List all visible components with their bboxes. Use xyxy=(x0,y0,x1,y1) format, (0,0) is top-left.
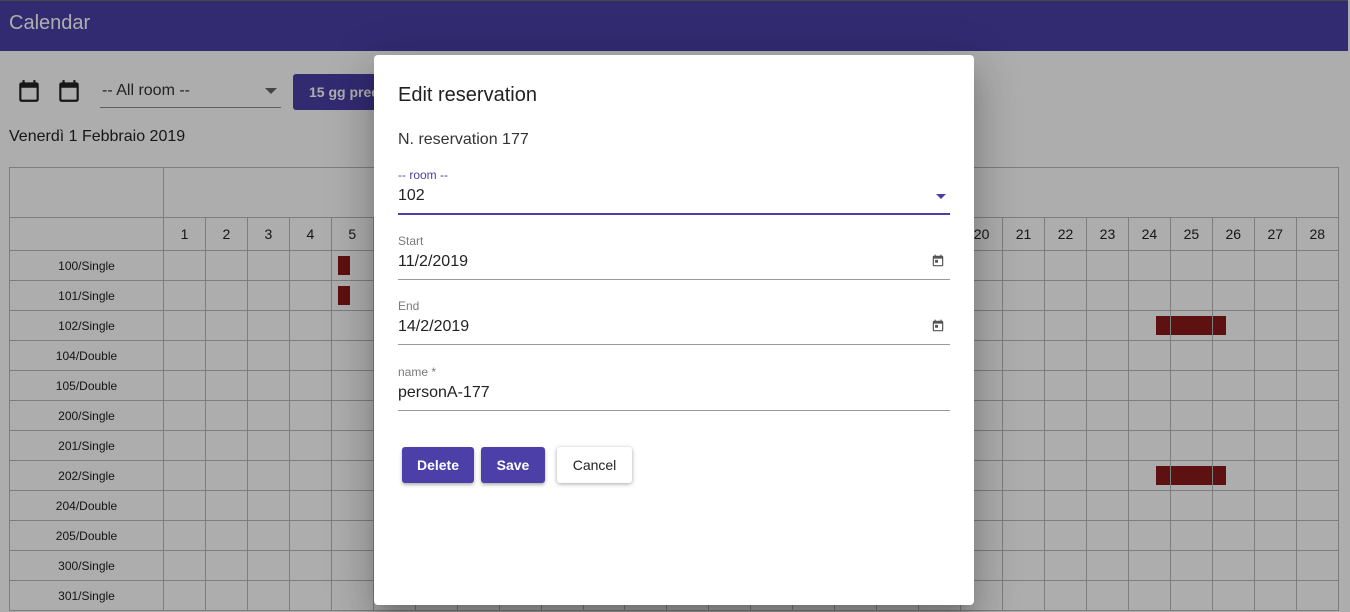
name-label: name * xyxy=(398,365,437,379)
field-underline xyxy=(398,410,950,411)
name-value: personA-177 xyxy=(398,384,490,401)
field-underline xyxy=(398,344,950,345)
save-button[interactable]: Save xyxy=(481,447,545,483)
field-underline xyxy=(398,279,950,280)
end-date-field[interactable]: End 14/2/2019 xyxy=(398,299,950,345)
room-label: -- room -- xyxy=(398,168,448,182)
room-value: 102 xyxy=(398,187,425,204)
end-label: End xyxy=(398,299,420,313)
reservation-number: N. reservation 177 xyxy=(398,131,529,148)
delete-button[interactable]: Delete xyxy=(402,447,474,483)
cancel-button[interactable]: Cancel xyxy=(557,447,632,483)
start-date-field[interactable]: Start 11/2/2019 xyxy=(398,234,950,280)
room-select[interactable]: -- room -- 102 xyxy=(398,168,950,215)
field-underline xyxy=(398,213,950,215)
edit-reservation-dialog: Edit reservation N. reservation 177 -- r… xyxy=(374,55,974,605)
start-value: 11/2/2019 xyxy=(398,253,468,270)
end-value: 14/2/2019 xyxy=(398,318,470,335)
calendar-picker-icon[interactable] xyxy=(931,318,945,334)
name-field[interactable]: name * personA-177 xyxy=(398,365,950,411)
calendar-picker-icon[interactable] xyxy=(931,253,945,269)
chevron-down-icon xyxy=(936,194,946,199)
dialog-title: Edit reservation xyxy=(398,84,537,106)
start-label: Start xyxy=(398,234,424,248)
